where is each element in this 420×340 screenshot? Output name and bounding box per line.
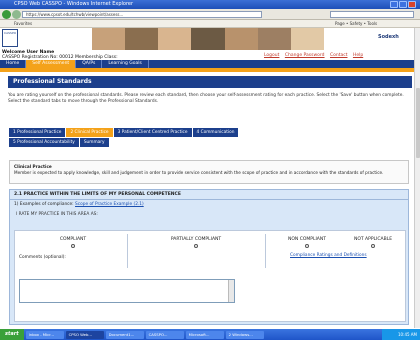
favorites-button[interactable]: Favorites <box>14 21 32 26</box>
practice-panel: 2.1 PRACTICE WITHIN THE LIMITS OF MY PER… <box>9 189 409 325</box>
favorites-bar: Favorites Page • Safety • Tools <box>0 20 420 28</box>
tab-communication[interactable]: 4 Communication <box>192 128 239 137</box>
scrollbar-thumb[interactable] <box>416 88 420 158</box>
header-photo-strip <box>92 28 324 50</box>
change-password-link[interactable]: Change Password <box>285 53 325 58</box>
rating-divider <box>127 234 128 268</box>
forward-icon[interactable] <box>12 10 21 19</box>
taskbar-item[interactable]: CPSO Web... <box>65 330 104 339</box>
site-logo: CASSPO <box>2 29 18 47</box>
standard-tabs: 1 Professional Practice 2 Clinical Pract… <box>9 128 309 147</box>
comments-scrollbar[interactable] <box>228 280 234 302</box>
tab-professional-practice[interactable]: 1 Professional Practice <box>9 128 66 137</box>
site-header: CASSPO Sodexh Welcome User Name CASSPO R… <box>0 28 420 60</box>
not-applicable-radio[interactable] <box>371 244 375 248</box>
rating-compliant[interactable]: COMPLIANT <box>23 237 123 249</box>
taskbar-item[interactable]: Microsoft... <box>185 330 224 339</box>
nav-home[interactable]: Home <box>0 60 27 68</box>
main-nav: Home Self Assessment QA/Ps Learning Goal… <box>0 60 420 68</box>
nav-qaps[interactable]: QA/Ps <box>76 60 103 68</box>
back-icon[interactable] <box>2 10 11 19</box>
rating-label: COMPLIANT <box>59 237 87 242</box>
url-field[interactable]: https://www.cpsot.edu/tchwb/viewpoint/as… <box>22 11 262 18</box>
examples-label: 1) Examples of compliance: <box>14 202 74 207</box>
header-photo <box>257 28 291 50</box>
contact-link[interactable]: Contact <box>330 53 348 58</box>
header-photo <box>191 28 225 50</box>
taskbar: start Inbox - Micr... CPSO Web... Docume… <box>0 329 420 340</box>
tab-professional-accountability[interactable]: 5 Professional Accountability <box>9 138 79 147</box>
rating-partially-compliant[interactable]: PARTIALLY COMPLIANT <box>131 237 261 249</box>
maximize-button[interactable] <box>399 1 407 8</box>
nav-accent-strip <box>0 68 420 72</box>
page-scrollbar[interactable] <box>414 28 420 328</box>
rating-label: PARTIALLY COMPLIANT <box>170 237 222 242</box>
rating-box: COMPLIANT PARTIALLY COMPLIANT NON COMPLI… <box>14 230 406 322</box>
header-photo <box>92 28 126 50</box>
partially-compliant-radio[interactable] <box>194 244 198 248</box>
comments-label: Comments (optional): <box>19 255 66 260</box>
taskbar-item[interactable]: CASSPO... <box>145 330 184 339</box>
compliant-radio[interactable] <box>71 244 75 248</box>
page-menu[interactable]: Page • Safety • Tools <box>335 20 377 28</box>
comments-textarea[interactable] <box>19 279 235 303</box>
taskbar-item[interactable]: Inbox - Micr... <box>25 330 64 339</box>
taskbar-item[interactable]: 2 Windows... <box>225 330 264 339</box>
rating-label: NOT APPLICABLE <box>353 237 393 242</box>
system-tray-clock: 10:45 AM <box>382 329 420 340</box>
intro-text: You are rating yourself on the professio… <box>8 93 404 104</box>
tab-patient-client-centred[interactable]: 3 Patient/Client Centred Practice <box>113 128 192 137</box>
taskbar-item[interactable]: Document1... <box>105 330 144 339</box>
header-photo <box>125 28 159 50</box>
start-button[interactable]: start <box>0 329 24 340</box>
browser-search-input[interactable] <box>330 11 414 18</box>
window-title-bar: CPSO Web CASSPO - Windows Internet Explo… <box>0 0 420 9</box>
rating-title: I RATE MY PRACTICE IN THIS AREA AS: <box>16 212 98 217</box>
standard-definition: Clinical Practice Member is expected to … <box>9 160 409 184</box>
examples-row: 1) Examples of compliance: Scope of Prac… <box>10 200 408 210</box>
rating-non-compliant[interactable]: NON COMPLIANT <box>277 237 337 249</box>
welcome-block: Welcome User Name CASSPO Registration No… <box>2 50 118 60</box>
header-photo <box>224 28 258 50</box>
close-button[interactable] <box>408 1 416 8</box>
header-photo <box>158 28 192 50</box>
minimize-button[interactable] <box>390 1 398 8</box>
header-photo <box>290 28 324 50</box>
window-title: CPSO Web CASSPO - Windows Internet Explo… <box>14 1 134 7</box>
nav-self-assessment[interactable]: Self Assessment <box>26 60 77 68</box>
practice-header: 2.1 PRACTICE WITHIN THE LIMITS OF MY PER… <box>10 190 408 200</box>
definition-text: Member is expected to apply knowledge, s… <box>14 169 384 175</box>
page-title: Professional Standards <box>8 76 412 88</box>
logout-link[interactable]: Logout <box>264 53 279 58</box>
help-link[interactable]: Help <box>353 53 363 58</box>
header-links: Logout Change Password Contact Help <box>264 53 420 58</box>
tab-clinical-practice[interactable]: 2 Clinical Practice <box>66 128 113 137</box>
examples-link[interactable]: Scope of Practice Example (2.1) <box>75 202 144 207</box>
main-content: Professional Standards You are rating yo… <box>8 76 412 328</box>
tab-summary[interactable]: Summary <box>79 138 109 147</box>
rating-divider <box>265 234 266 268</box>
nav-learning-goals[interactable]: Learning Goals <box>102 60 149 68</box>
non-compliant-radio[interactable] <box>305 244 309 248</box>
address-bar: https://www.cpsot.edu/tchwb/viewpoint/as… <box>0 9 420 20</box>
rating-not-applicable[interactable]: NOT APPLICABLE <box>343 237 403 249</box>
brand-name: Sodexh <box>378 34 399 40</box>
ratings-help-link[interactable]: Compliance Ratings and Definitions <box>290 253 367 258</box>
rating-label: NON COMPLIANT <box>287 237 326 242</box>
